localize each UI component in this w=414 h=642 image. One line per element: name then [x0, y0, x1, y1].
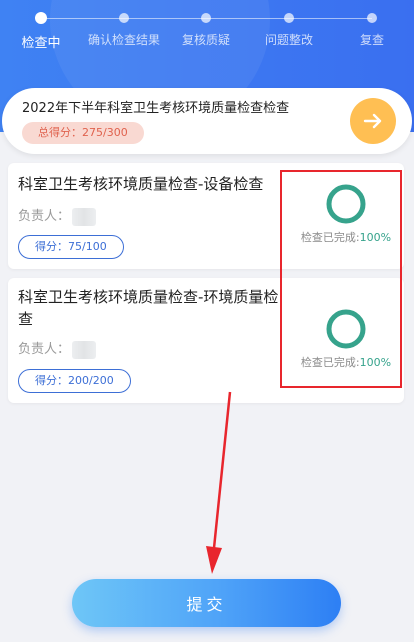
step-checking[interactable]: 检查中 — [0, 8, 86, 51]
total-score-badge: 总得分：275/300 — [22, 122, 144, 144]
completion-percent: 100% — [359, 231, 392, 244]
step-dot — [119, 13, 129, 23]
go-button[interactable] — [350, 98, 396, 144]
step-review-dispute[interactable]: 复核质疑 — [161, 8, 251, 48]
step-label: 复查 — [359, 33, 384, 47]
step-rectification[interactable]: 问题整改 — [244, 8, 334, 48]
completion-text: 检查已完成:100% — [300, 356, 392, 369]
step-label: 确认检查结果 — [87, 33, 160, 47]
step-label: 检查中 — [21, 36, 61, 51]
submit-button[interactable]: 提交 — [72, 579, 341, 627]
completion-percent: 100% — [359, 356, 392, 369]
step-recheck[interactable]: 复查 — [327, 8, 414, 48]
step-dot — [367, 13, 377, 23]
owner-name-redacted — [72, 207, 97, 226]
completion-text: 检查已完成:100% — [300, 231, 392, 244]
inspection-summary-card[interactable]: 2022年下半年科室卫生考核环境质量检查检查 总得分：275/300 — [2, 88, 412, 154]
owner-field: 负责人： — [18, 338, 97, 359]
check-item-card[interactable]: 科室卫生考核环境质量检查-设备检查 负责人： 得分：75/100 检查已完成:1… — [8, 163, 404, 269]
score-badge: 得分：75/100 — [18, 235, 124, 259]
owner-name-redacted — [72, 340, 97, 359]
step-dot — [284, 13, 294, 23]
score-badge: 得分：200/200 — [18, 369, 131, 393]
completion-indicator: 检查已完成:100% — [291, 308, 401, 370]
check-item-title: 科室卫生考核环境质量检查-环境质量检查 — [18, 288, 279, 328]
owner-field: 负责人： — [18, 205, 97, 226]
check-item-title: 科室卫生考核环境质量检查-设备检查 — [18, 175, 264, 193]
completion-indicator: 检查已完成:100% — [291, 183, 401, 245]
owner-label: 负责人： — [18, 209, 71, 224]
arrow-right-icon — [363, 113, 382, 129]
step-dot — [35, 12, 47, 24]
check-item-card[interactable]: 科室卫生考核环境质量检查-环境质量检查 负责人： 得分：200/200 检查已完… — [8, 278, 404, 403]
owner-label: 负责人： — [18, 342, 71, 357]
progress-stepper: 检查中 确认检查结果 复核质疑 问题整改 复查 — [0, 8, 414, 58]
progress-ring — [326, 184, 366, 224]
step-dot — [201, 13, 211, 23]
progress-ring — [326, 309, 366, 349]
step-label: 复核质疑 — [181, 33, 230, 47]
step-label: 问题整改 — [264, 33, 313, 47]
step-confirm-results[interactable]: 确认检查结果 — [79, 8, 169, 48]
inspection-title: 2022年下半年科室卫生考核环境质量检查检查 — [22, 101, 290, 116]
